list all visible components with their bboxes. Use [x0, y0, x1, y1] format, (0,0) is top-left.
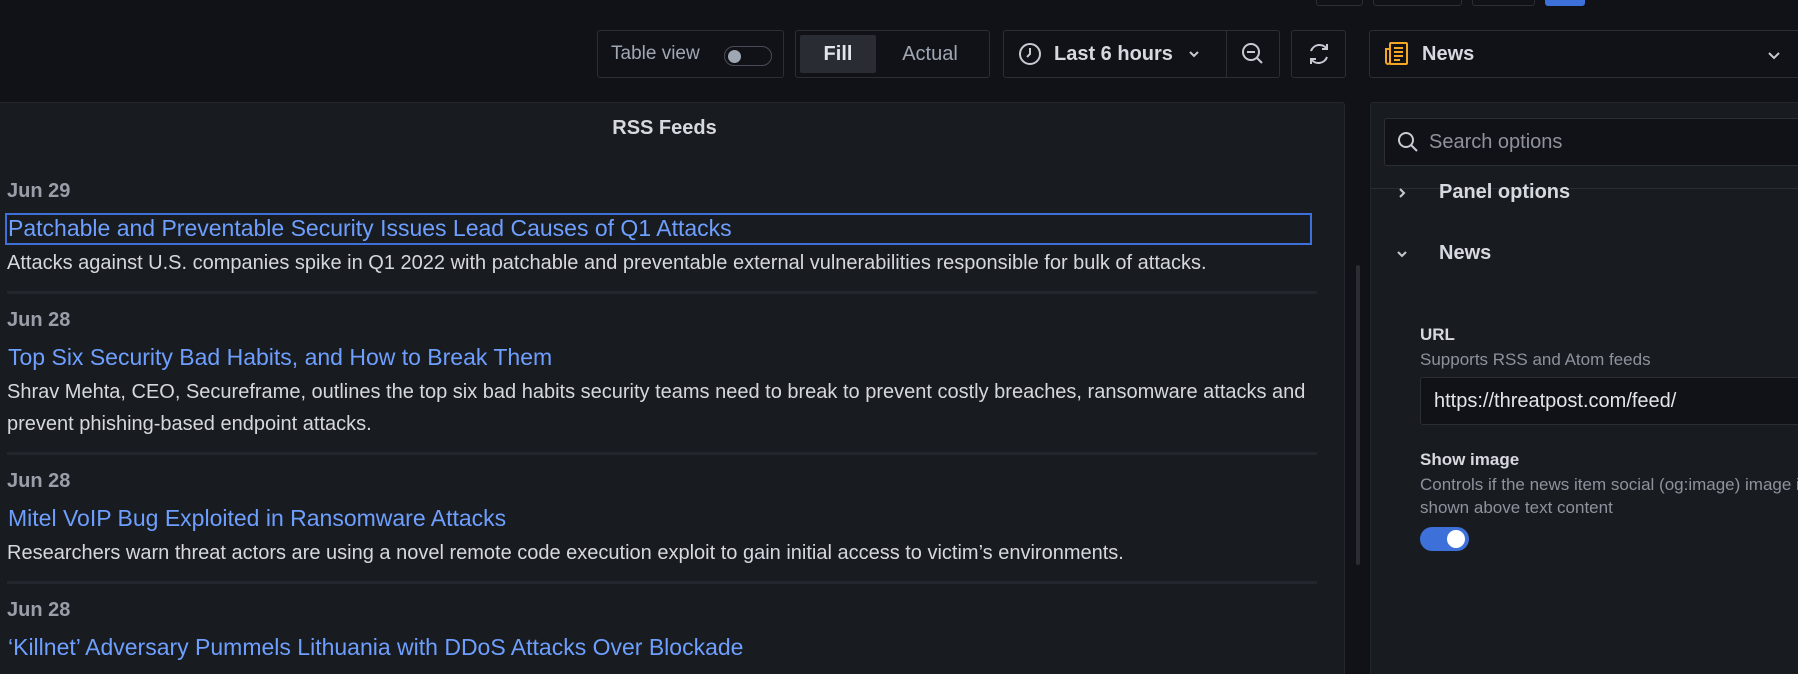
news-section-header[interactable]: News — [1395, 242, 1491, 265]
time-range-label: Last 6 hours — [1054, 42, 1173, 65]
news-description: Researchers warn threat actors are using… — [7, 542, 1124, 564]
switch-knob — [728, 50, 741, 63]
toolbar-button-stub[interactable] — [1472, 0, 1535, 6]
show-image-description: Controls if the news item social (og:ima… — [1420, 475, 1798, 517]
news-date: Jun 28 — [7, 599, 71, 621]
switch-knob — [1447, 530, 1465, 548]
news-list: Jun 29 Patchable and Preventable Securit… — [5, 179, 1317, 674]
toolbar-button-stub[interactable] — [1316, 0, 1363, 6]
refresh-button[interactable] — [1291, 30, 1346, 78]
show-image-label: Show image — [1420, 450, 1520, 469]
news-item: Jun 28 Top Six Security Bad Habits, and … — [7, 308, 1317, 455]
search-options-input[interactable] — [1429, 130, 1789, 154]
fill-actual-segmented-control: Fill Actual — [795, 30, 990, 78]
news-icon — [1384, 41, 1410, 67]
url-label: URL — [1420, 325, 1455, 344]
show-image-switch[interactable] — [1420, 527, 1469, 551]
panel-editor-toolbar: Table view Fill Actual Last 6 hours News — [0, 30, 1798, 78]
table-view-switch[interactable] — [724, 46, 772, 66]
search-options-box[interactable] — [1384, 118, 1798, 166]
url-input[interactable] — [1420, 377, 1798, 425]
chevron-right-icon — [1395, 186, 1409, 200]
url-description: Supports RSS and Atom feeds — [1420, 350, 1651, 369]
news-title-link[interactable]: ‘Killnet’ Adversary Pummels Lithuania wi… — [7, 632, 1317, 664]
news-title-link[interactable]: Patchable and Preventable Security Issue… — [5, 213, 1312, 245]
news-description: Attacks against U.S. companies spike in … — [7, 252, 1207, 274]
actual-button[interactable]: Actual — [876, 35, 984, 73]
zoom-out-button[interactable] — [1226, 30, 1280, 78]
news-title-link[interactable]: Top Six Security Bad Habits, and How to … — [7, 342, 1317, 374]
time-range-picker[interactable]: Last 6 hours — [1003, 30, 1227, 78]
news-item: Jun 29 Patchable and Preventable Securit… — [5, 179, 1317, 294]
panel-options-section-header[interactable]: Panel options — [1395, 181, 1570, 204]
table-view-label: Table view — [611, 43, 700, 64]
visualization-picker[interactable]: News — [1369, 30, 1798, 78]
chevron-down-icon — [1187, 47, 1201, 61]
chevron-down-icon — [1766, 47, 1782, 63]
visualization-label: News — [1422, 42, 1475, 65]
clock-icon — [1018, 42, 1042, 66]
news-date: Jun 28 — [7, 309, 71, 331]
fill-button[interactable]: Fill — [800, 35, 876, 73]
panel-options-label: Panel options — [1439, 181, 1571, 203]
refresh-icon — [1306, 41, 1332, 67]
news-date: Jun 29 — [7, 180, 71, 202]
zoom-out-icon — [1240, 41, 1266, 67]
panel-title: RSS Feeds — [612, 117, 717, 139]
news-date: Jun 28 — [7, 470, 71, 492]
news-item: Jun 28 ‘Killnet’ Adversary Pummels Lithu… — [7, 598, 1317, 674]
news-title-link[interactable]: Mitel VoIP Bug Exploited in Ransomware A… — [7, 503, 1317, 535]
options-pane: Panel options News URL Supports RSS and … — [1370, 102, 1798, 674]
toolbar-button-stub[interactable] — [1373, 0, 1462, 6]
news-description: Shrav Mehta, CEO, Secureframe, outlines … — [7, 381, 1306, 435]
news-panel: RSS Feeds Jun 29 Patchable and Preventab… — [0, 102, 1345, 674]
news-item: Jun 28 Mitel VoIP Bug Exploited in Ranso… — [7, 469, 1317, 584]
search-icon — [1397, 131, 1419, 153]
apply-button-stub[interactable] — [1545, 0, 1585, 6]
chevron-down-icon — [1395, 247, 1409, 261]
table-view-toggle[interactable]: Table view — [597, 30, 784, 78]
news-section-label: News — [1439, 242, 1492, 264]
panel-scrollbar[interactable] — [1356, 265, 1360, 565]
